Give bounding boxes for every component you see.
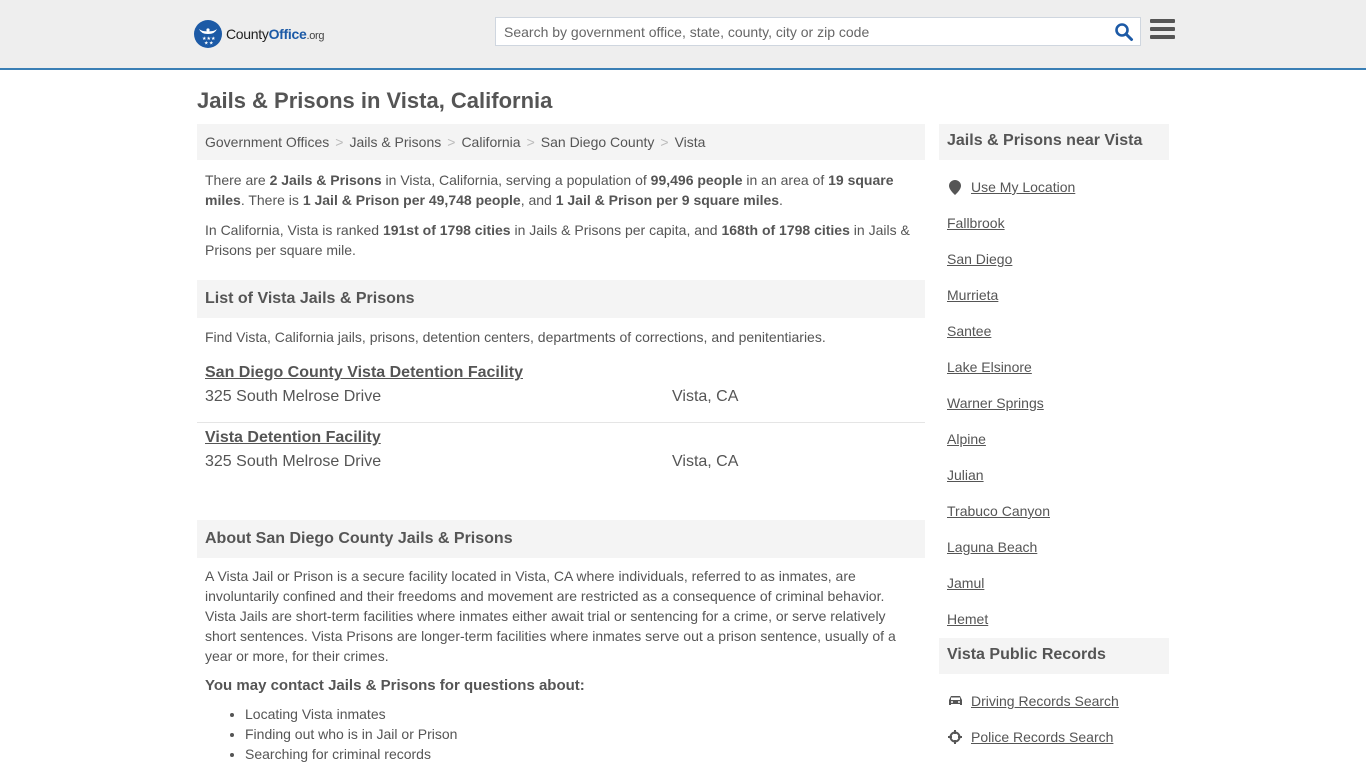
summary-text: in Vista, California, serving a populati… xyxy=(381,172,651,188)
summary-stat: 2 Jails & Prisons xyxy=(269,172,382,188)
nearby-city-link[interactable]: Santee xyxy=(947,323,991,339)
contact-topic: Searching for criminal records xyxy=(245,744,925,764)
summary-stat: 99,496 people xyxy=(650,172,743,188)
listing-item: San Diego County Vista Detention Facilit… xyxy=(197,358,925,423)
nearby-city-link[interactable]: Laguna Beach xyxy=(947,539,1037,555)
use-location-item: Use My Location xyxy=(939,169,1169,205)
logo-text: CountyOffice.org xyxy=(226,26,325,42)
nearby-city-item: Laguna Beach xyxy=(939,529,1169,565)
nearby-city-item: Murrieta xyxy=(939,277,1169,313)
menu-bar xyxy=(1150,27,1175,31)
list-intro: Find Vista, California jails, prisons, d… xyxy=(205,329,826,345)
contact-heading: You may contact Jails & Prisons for ques… xyxy=(205,677,585,694)
nearby-city-link[interactable]: Trabuco Canyon xyxy=(947,503,1050,519)
nearby-city-link[interactable]: San Diego xyxy=(947,251,1012,267)
breadcrumb-link[interactable]: Vista xyxy=(675,134,706,150)
summary-stat: 191st of 1798 cities xyxy=(382,222,511,238)
page-title: Jails & Prisons in Vista, California xyxy=(197,88,553,113)
nearby-city-item: San Diego xyxy=(939,241,1169,277)
nearby-city-link[interactable]: Julian xyxy=(947,467,984,483)
breadcrumb-separator: > xyxy=(660,134,669,150)
summary-paragraph-1: There are 2 Jails & Prisons in Vista, Ca… xyxy=(197,170,925,210)
about-heading: About San Diego County Jails & Prisons xyxy=(197,520,925,558)
summary-text: In California, Vista is ranked xyxy=(205,222,383,238)
public-records-heading: Vista Public Records xyxy=(939,638,1169,674)
records-item: Police Records Search xyxy=(939,719,1169,755)
logo-office: Office xyxy=(268,26,307,42)
breadcrumb-link[interactable]: Jails & Prisons xyxy=(349,134,441,150)
nearby-city-link[interactable]: Fallbrook xyxy=(947,215,1005,231)
nearby-city-item: Trabuco Canyon xyxy=(939,493,1169,529)
contact-topic: Finding out who is in Jail or Prison xyxy=(245,724,925,744)
car-icon xyxy=(947,693,963,709)
main-content: There are 2 Jails & Prisons in Vista, Ca… xyxy=(197,160,925,764)
breadcrumb-link[interactable]: Government Offices xyxy=(205,134,329,150)
use-my-location-link[interactable]: Use My Location xyxy=(971,179,1075,195)
listing-city: Vista, CA xyxy=(672,453,739,470)
summary-text: , and xyxy=(520,192,556,208)
sidebar: Jails & Prisons near Vista Use My Locati… xyxy=(939,124,1169,755)
breadcrumb-link[interactable]: California xyxy=(461,134,520,150)
nearby-city-item: Santee xyxy=(939,313,1169,349)
records-item: Driving Records Search xyxy=(939,683,1169,719)
nearby-city-item: Alpine xyxy=(939,421,1169,457)
listing-address: 325 South Melrose Drive xyxy=(205,388,382,405)
search-input[interactable] xyxy=(496,18,1106,45)
nearby-city-link[interactable]: Warner Springs xyxy=(947,395,1044,411)
search-bar xyxy=(495,17,1141,46)
nearby-city-item: Lake Elsinore xyxy=(939,349,1169,385)
menu-bar xyxy=(1150,19,1175,23)
summary-text: in Jails & Prisons per capita, and xyxy=(510,222,722,238)
site-header: ★ ★ ★ ★ ★ CountyOffice.org xyxy=(0,0,1366,70)
listing-name-link[interactable]: Vista Detention Facility xyxy=(205,429,381,447)
search-icon xyxy=(1115,23,1133,41)
breadcrumb-separator: > xyxy=(335,134,344,150)
nearby-city-link[interactable]: Murrieta xyxy=(947,287,998,303)
nearby-city-link[interactable]: Jamul xyxy=(947,575,984,591)
breadcrumb-separator: > xyxy=(447,134,456,150)
summary-text: There are xyxy=(205,172,270,188)
contact-topic: Locating Vista inmates xyxy=(245,704,925,724)
search-button[interactable] xyxy=(1114,22,1134,42)
listing-item: Vista Detention Facility 325 South Melro… xyxy=(197,423,925,488)
menu-bar xyxy=(1150,35,1175,39)
contact-topics-list: Locating Vista inmates Finding out who i… xyxy=(245,704,925,764)
logo-county: County xyxy=(226,26,269,42)
nearby-city-item: Fallbrook xyxy=(939,205,1169,241)
police-records-link[interactable]: Police Records Search xyxy=(971,729,1113,745)
driving-records-link[interactable]: Driving Records Search xyxy=(971,693,1119,709)
site-logo[interactable]: ★ ★ ★ ★ ★ CountyOffice.org xyxy=(194,20,325,48)
nearby-cities-list: Fallbrook San Diego Murrieta Santee Lake Els… xyxy=(939,205,1169,637)
summary-text: . There is xyxy=(240,192,303,208)
summary-text: in an area of xyxy=(742,172,829,188)
logo-org: .org xyxy=(306,30,325,42)
summary-stat: 1 Jail & Prison per 9 square miles xyxy=(555,192,780,208)
nearby-heading: Jails & Prisons near Vista xyxy=(939,124,1169,160)
nearby-city-link[interactable]: Lake Elsinore xyxy=(947,359,1032,375)
summary-paragraph-2: In California, Vista is ranked 191st of … xyxy=(197,220,925,260)
list-heading: List of Vista Jails & Prisons xyxy=(197,280,925,318)
nearby-city-item: Julian xyxy=(939,457,1169,493)
breadcrumb: Government Offices > Jails & Prisons > Calif… xyxy=(197,124,925,160)
summary-stat: 1 Jail & Prison per 49,748 people xyxy=(302,192,521,208)
nearby-city-link[interactable]: Alpine xyxy=(947,431,986,447)
breadcrumb-link[interactable]: San Diego County xyxy=(541,134,655,150)
listing-city: Vista, CA xyxy=(672,388,739,405)
listing-name-link[interactable]: San Diego County Vista Detention Facilit… xyxy=(205,364,523,382)
nearby-city-item: Hemet xyxy=(939,601,1169,637)
eagle-logo-icon: ★ ★ ★ ★ ★ xyxy=(194,20,222,48)
listing-address: 325 South Melrose Drive xyxy=(205,453,382,470)
nearby-city-item: Jamul xyxy=(939,565,1169,601)
nearby-city-item: Warner Springs xyxy=(939,385,1169,421)
breadcrumb-separator: > xyxy=(526,134,535,150)
summary-text: . xyxy=(779,192,783,208)
hamburger-menu-button[interactable] xyxy=(1150,19,1175,41)
about-body: A Vista Jail or Prison is a secure facil… xyxy=(205,568,896,664)
crosshair-icon xyxy=(947,729,963,745)
map-pin-icon xyxy=(947,179,963,195)
nearby-city-link[interactable]: Hemet xyxy=(947,611,988,627)
svg-text:★: ★ xyxy=(209,41,214,47)
summary-stat: 168th of 1798 cities xyxy=(721,222,850,238)
